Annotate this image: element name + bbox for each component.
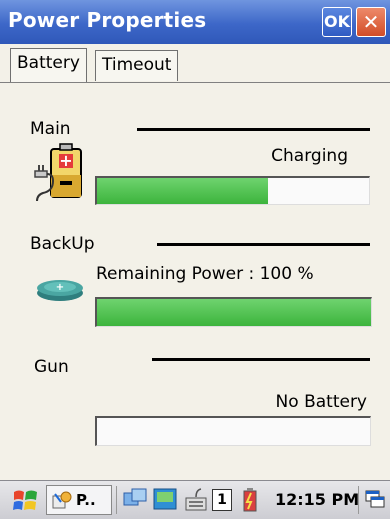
tab-timeout[interactable]: Timeout [95,50,179,81]
taskbar: P.. 1 12:15 PM [0,480,390,519]
start-windows-flag-icon[interactable] [12,487,40,515]
clock[interactable]: 12:15 PM [275,490,359,509]
settings-app-icon [52,491,72,509]
input-panel-number[interactable]: 1 [212,489,232,511]
backup-battery-label: BackUp [30,234,95,254]
title-bar: Power Properties OK ✕ [0,0,390,44]
battery-status-icon[interactable] [240,487,260,513]
taskbar-separator-right [358,486,359,514]
coin-cell-battery-icon: + [37,280,83,301]
backup-status: Remaining Power : 100 % [96,264,314,284]
main-status: Charging [271,146,348,166]
backup-battery-bar [95,297,372,327]
main-divider [137,128,370,131]
ok-button[interactable]: OK [322,7,352,37]
gun-divider [152,358,370,361]
tab-battery[interactable]: Battery [10,48,87,82]
connectivity-icon[interactable] [122,487,148,511]
main-battery-fill [97,178,269,204]
svg-text:+: + [59,151,72,170]
keyboard-input-icon[interactable] [184,486,208,512]
taskbar-separator [116,486,117,514]
window-switch-icon[interactable] [364,489,386,511]
battery-plug-icon: + [34,143,82,202]
taskbar-app-label: P.. [76,491,96,509]
main-battery-bar [95,176,370,205]
svg-text:+: + [56,282,64,293]
backup-divider [157,243,370,246]
tab-strip: Battery Timeout [0,44,390,82]
gun-status: No Battery [275,392,367,412]
taskbar-app-button[interactable]: P.. [46,485,112,515]
window-title: Power Properties [8,8,207,32]
network-status-icon[interactable] [152,487,178,511]
main-battery-label: Main [30,119,71,139]
battery-panel: Main + Charging BackUp + Remaining Power… [0,83,390,463]
close-button[interactable]: ✕ [356,7,386,37]
gun-battery-label: Gun [34,357,69,377]
backup-battery-fill [97,299,371,326]
gun-battery-bar [95,416,371,446]
